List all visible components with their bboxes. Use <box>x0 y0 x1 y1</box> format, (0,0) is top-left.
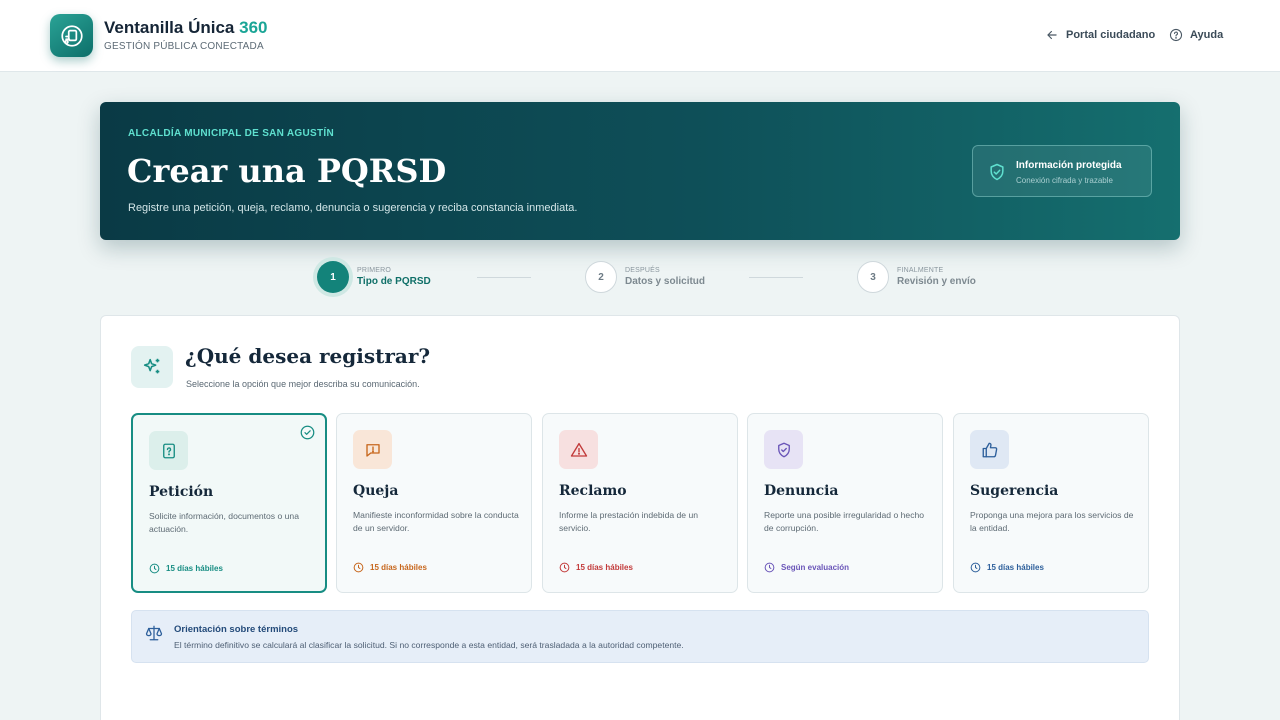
option-sugerencia[interactable]: Sugerencia Proponga una mejora para los … <box>953 413 1149 593</box>
option-title: Queja <box>353 483 399 499</box>
option-peticion[interactable]: Petición Solicite información, documento… <box>131 413 327 593</box>
chat-alert-icon <box>365 443 380 457</box>
security-title: Información protegida <box>1016 160 1122 171</box>
shield-check-icon <box>990 163 1004 181</box>
brand-name: Ventanilla Única <box>104 18 235 37</box>
step-2-kicker: DESPUÉS <box>625 267 660 274</box>
arrow-left-icon <box>1047 30 1057 40</box>
option-icon-box <box>559 430 598 469</box>
option-icon-box <box>353 430 392 469</box>
option-title: Denuncia <box>764 483 839 499</box>
step-3-number: 3 <box>857 261 889 293</box>
help-circle-icon <box>1169 28 1183 42</box>
brand-tagline: GESTIÓN PÚBLICA CONECTADA <box>104 41 264 52</box>
document-question-icon <box>162 443 175 458</box>
brand-number: 360 <box>239 18 268 37</box>
step-1-number: 1 <box>317 261 349 293</box>
option-time-label: 15 días hábiles <box>576 563 633 572</box>
option-description: Solicite información, documentos o una a… <box>149 511 299 534</box>
option-response-time: 15 días hábiles <box>970 562 1044 573</box>
option-time-label: Según evaluación <box>781 563 850 572</box>
selected-check-icon <box>300 425 315 440</box>
option-reclamo[interactable]: Reclamo Informe la prestación indebida d… <box>542 413 738 593</box>
option-response-time: Según evaluación <box>764 562 849 573</box>
option-icon-box <box>149 431 188 470</box>
sparkles-icon-box <box>131 346 173 388</box>
option-description: Informe la prestación indebida de un ser… <box>559 510 699 533</box>
option-icon-box <box>764 430 803 469</box>
option-queja[interactable]: Queja Manifieste inconformidad sobre la … <box>336 413 532 593</box>
option-title: Sugerencia <box>970 483 1059 499</box>
notice-title: Orientación sobre términos <box>174 624 299 635</box>
municipality-name: ALCALDÍA MUNICIPAL DE SAN AGUSTÍN <box>128 128 335 139</box>
step-2-number: 2 <box>585 261 617 293</box>
option-title: Reclamo <box>559 483 627 499</box>
notice-text: El término definitivo se calculará al cl… <box>174 640 684 650</box>
brand-title: Ventanilla Única 360 <box>104 18 268 38</box>
step-3-kicker: FINALMENTE <box>897 267 944 274</box>
section-subtitle: Seleccione la opción que mejor describa … <box>186 379 420 389</box>
help-link[interactable]: Ayuda <box>1169 28 1223 42</box>
app-logo[interactable] <box>50 14 93 57</box>
clock-icon <box>559 562 570 573</box>
page-description: Registre una petición, queja, reclamo, d… <box>128 202 578 214</box>
option-response-time: 15 días hábiles <box>353 562 427 573</box>
clock-icon <box>970 562 981 573</box>
option-description: Reporte una posible irregularidad o hech… <box>764 510 925 533</box>
option-time-label: 15 días hábiles <box>370 563 427 572</box>
clock-icon <box>149 563 160 574</box>
step-3-label: Revisión y envío <box>897 276 976 287</box>
help-link-label: Ayuda <box>1190 29 1224 41</box>
top-header: Ventanilla Única 360 GESTIÓN PÚBLICA CON… <box>0 0 1280 72</box>
warning-triangle-icon <box>570 442 587 457</box>
security-badge: Información protegida Conexión cifrada y… <box>972 145 1152 197</box>
step-2[interactable]: 2 DESPUÉS Datos y solicitud <box>585 261 705 293</box>
sparkles-icon <box>143 358 160 374</box>
security-subtitle: Conexión cifrada y trazable <box>1016 176 1113 185</box>
option-denuncia[interactable]: Denuncia Reporte una posible irregularid… <box>747 413 943 593</box>
portal-link-label: Portal ciudadano <box>1066 29 1156 41</box>
terms-notice: Orientación sobre términos El término de… <box>131 610 1149 663</box>
step-1[interactable]: 1 PRIMERO Tipo de PQRSD <box>317 261 431 293</box>
step-1-label: Tipo de PQRSD <box>357 276 431 287</box>
option-time-label: 15 días hábiles <box>987 563 1044 572</box>
step-connector <box>477 277 531 278</box>
portal-ciudadano-link[interactable]: Portal ciudadano <box>1045 28 1155 42</box>
clock-icon <box>353 562 364 573</box>
pqrsd-type-card: ¿Qué desea registrar? Seleccione la opci… <box>100 315 1180 720</box>
shield-check-icon <box>777 442 790 457</box>
section-title: ¿Qué desea registrar? <box>185 344 431 368</box>
scale-icon <box>145 625 163 641</box>
step-connector <box>749 277 803 278</box>
hero-banner: ALCALDÍA MUNICIPAL DE SAN AGUSTÍN Crear … <box>100 102 1180 240</box>
option-description: Proponga una mejora para los servicios d… <box>970 510 1134 533</box>
clock-icon <box>764 562 775 573</box>
option-title: Petición <box>149 484 214 500</box>
step-3[interactable]: 3 FINALMENTE Revisión y envío <box>857 261 976 293</box>
option-response-time: 15 días hábiles <box>559 562 633 573</box>
step-2-label: Datos y solicitud <box>625 276 706 287</box>
option-response-time: 15 días hábiles <box>149 563 223 574</box>
page-title: Crear una PQRSD <box>127 152 447 190</box>
option-time-label: 15 días hábiles <box>166 564 223 573</box>
step-1-kicker: PRIMERO <box>357 267 392 274</box>
thumbs-up-icon <box>982 442 997 457</box>
option-description: Manifieste inconformidad sobre la conduc… <box>353 510 519 533</box>
option-icon-box <box>970 430 1009 469</box>
connected-document-icon <box>60 24 83 47</box>
